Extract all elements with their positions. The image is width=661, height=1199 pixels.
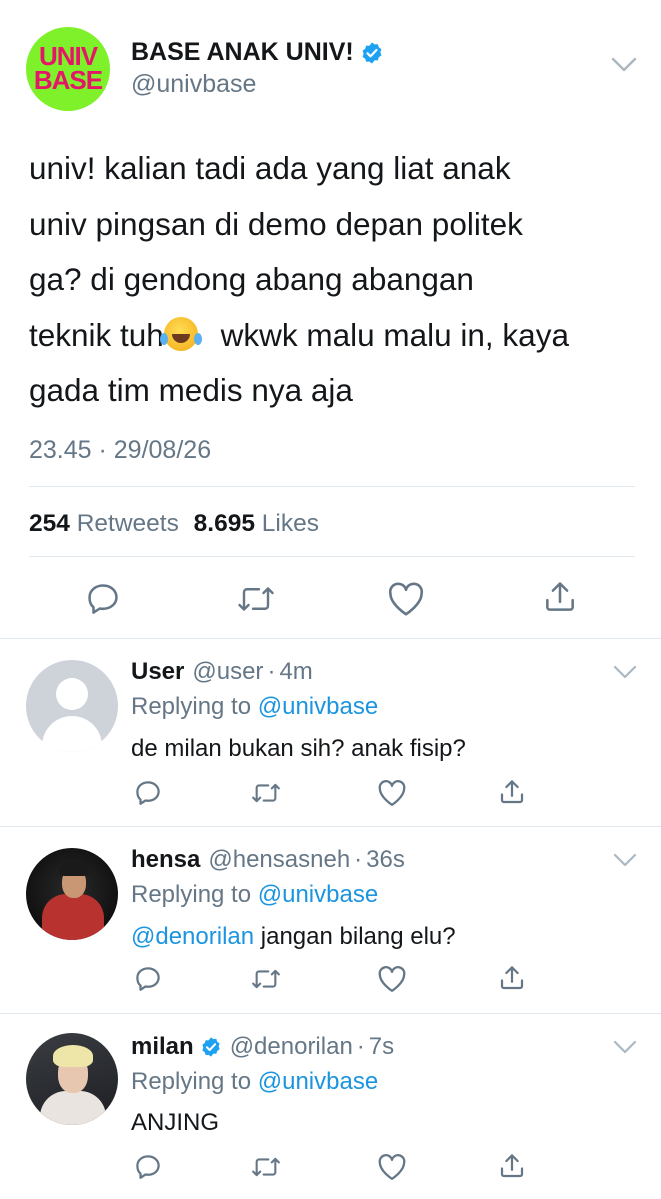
engagement-stats: 254 Retweets 8.695 Likes bbox=[29, 510, 319, 538]
tweet-line-part: teknik tuh bbox=[29, 316, 164, 353]
retweet-icon[interactable] bbox=[250, 1153, 282, 1181]
share-icon[interactable] bbox=[497, 963, 527, 993]
reply-handle[interactable]: @user bbox=[192, 658, 263, 686]
share-icon[interactable] bbox=[497, 1151, 527, 1181]
likes-stat[interactable]: 8.695 Likes bbox=[194, 510, 319, 537]
retweet-icon[interactable] bbox=[236, 581, 276, 617]
reply-header: User @user · 4m bbox=[131, 658, 313, 686]
divider bbox=[29, 556, 635, 557]
reply-icon[interactable] bbox=[133, 964, 163, 994]
reply-header: hensa @hensasneh · 36s bbox=[131, 846, 405, 874]
reply-name[interactable]: User bbox=[131, 658, 184, 686]
reply-handle[interactable]: @hensasneh bbox=[208, 846, 350, 874]
reply-time[interactable]: 7s bbox=[369, 1033, 394, 1061]
display-name[interactable]: BASE ANAK UNIV! bbox=[131, 38, 384, 67]
reply-text-body: ANJING bbox=[131, 1109, 220, 1136]
separator-dot: · bbox=[356, 1033, 365, 1060]
reply-icon[interactable] bbox=[84, 580, 122, 618]
reply-icon[interactable] bbox=[133, 1152, 163, 1182]
divider bbox=[29, 486, 635, 487]
likes-count: 8.695 bbox=[193, 510, 255, 537]
replying-to-link[interactable]: @univbase bbox=[258, 693, 378, 720]
replying-to: Replying to @univbase bbox=[131, 881, 378, 909]
retweet-icon[interactable] bbox=[250, 779, 282, 807]
verified-badge-icon bbox=[200, 1036, 222, 1058]
reply-tweet[interactable]: milan @denorilan · 7s Replying to @univb… bbox=[0, 1013, 661, 1199]
reply-tweet[interactable]: hensa @hensasneh · 36s Replying to @univ… bbox=[0, 826, 661, 1014]
reply-text: @denorilan jangan bilang elu? bbox=[131, 923, 456, 951]
tweet-line: univ! kalian tadi ada yang liat anak bbox=[29, 150, 511, 186]
tears-of-joy-emoji-icon bbox=[159, 316, 198, 351]
like-icon[interactable] bbox=[376, 1153, 408, 1181]
chevron-down-icon[interactable] bbox=[612, 664, 638, 680]
reply-name[interactable]: milan bbox=[131, 1033, 194, 1061]
handle[interactable]: @univbase bbox=[131, 70, 256, 99]
retweets-label: Retweets bbox=[76, 510, 179, 537]
reply-text: de milan bukan sih? anak fisip? bbox=[131, 735, 466, 763]
avatar[interactable]: UNIV BASE bbox=[26, 27, 110, 111]
timestamp[interactable]: 23.45 · 29/08/26 bbox=[29, 436, 211, 465]
replying-to: Replying to @univbase bbox=[131, 1068, 378, 1096]
chevron-down-icon[interactable] bbox=[612, 1039, 638, 1055]
like-icon[interactable] bbox=[376, 965, 408, 993]
avatar[interactable] bbox=[26, 1033, 118, 1125]
tweet-line: univ pingsan di demo depan politek bbox=[29, 205, 523, 242]
separator-dot: · bbox=[354, 846, 363, 873]
replying-label: Replying to bbox=[131, 881, 252, 908]
replying-label: Replying to bbox=[131, 693, 252, 720]
display-name-text: BASE ANAK UNIV! bbox=[131, 38, 354, 66]
reply-text-body: jangan bilang elu? bbox=[254, 923, 456, 950]
reply-icon[interactable] bbox=[133, 778, 163, 808]
reply-time[interactable]: 36s bbox=[366, 846, 405, 874]
main-tweet-header: UNIV BASE BASE ANAK UNIV! @univbase bbox=[0, 0, 661, 120]
reply-time[interactable]: 4m bbox=[279, 658, 312, 686]
like-icon[interactable] bbox=[376, 779, 408, 807]
mention-link[interactable]: @denorilan bbox=[131, 923, 254, 950]
replying-to-link[interactable]: @univbase bbox=[258, 1068, 378, 1095]
chevron-down-icon[interactable] bbox=[612, 852, 638, 868]
reply-text: ANJING bbox=[131, 1109, 219, 1137]
likes-label: Likes bbox=[261, 510, 319, 537]
tweet-line-part: wkwk malu malu in, kaya bbox=[211, 316, 569, 353]
avatar-text-bottom: BASE bbox=[33, 65, 103, 95]
tweet-text: univ! kalian tadi ada yang liat anak uni… bbox=[29, 141, 649, 419]
replying-to: Replying to @univbase bbox=[131, 693, 378, 721]
tweet-thread: UNIV BASE BASE ANAK UNIV! @univbase univ… bbox=[0, 0, 661, 1199]
tweet-line: gada tim medis nya aja bbox=[29, 372, 353, 408]
separator-dot: · bbox=[267, 658, 276, 685]
avatar[interactable] bbox=[26, 848, 118, 940]
replying-label: Replying to bbox=[131, 1068, 252, 1095]
like-icon[interactable] bbox=[386, 581, 426, 617]
retweets-count: 254 bbox=[29, 510, 70, 537]
tweet-line: ga? di gendong abang abangan bbox=[29, 261, 474, 297]
retweet-icon[interactable] bbox=[250, 965, 282, 993]
avatar[interactable] bbox=[26, 660, 118, 752]
reply-text-body: de milan bukan sih? anak fisip? bbox=[131, 735, 466, 762]
share-icon[interactable] bbox=[497, 777, 527, 807]
tweet-line: teknik tuh wkwk malu malu in, kaya bbox=[29, 308, 649, 364]
replying-to-link[interactable]: @univbase bbox=[258, 881, 378, 908]
reply-handle[interactable]: @denorilan bbox=[230, 1033, 353, 1061]
verified-badge-icon bbox=[360, 41, 384, 65]
retweets-stat[interactable]: 254 Retweets bbox=[29, 510, 179, 537]
reply-tweet[interactable]: User @user · 4m Replying to @univbase de… bbox=[0, 638, 661, 826]
reply-header: milan @denorilan · 7s bbox=[131, 1033, 394, 1061]
share-icon[interactable] bbox=[541, 578, 579, 616]
chevron-down-icon[interactable] bbox=[610, 56, 638, 74]
reply-name[interactable]: hensa bbox=[131, 846, 200, 874]
